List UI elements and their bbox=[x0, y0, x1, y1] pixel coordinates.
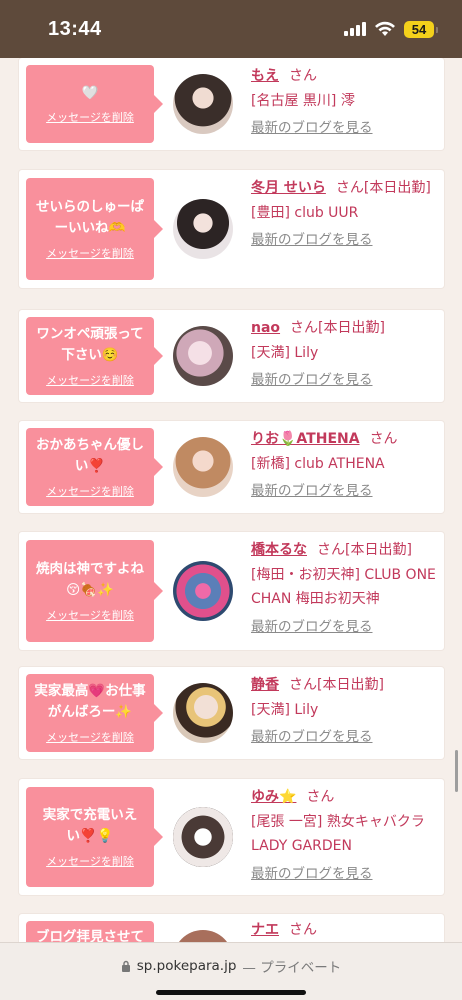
message-bubble: ワンオペ頑張って下さい☺️ メッセージを削除 bbox=[26, 317, 163, 395]
shop-name: [豊田] club UUR bbox=[251, 204, 359, 221]
girl-name-link[interactable]: もえ bbox=[251, 68, 279, 84]
girl-info: りお🌷ATHENA さん [新橋] club ATHENA 最新のブログを見る bbox=[251, 427, 439, 504]
message-text: 実家で充電いえい❣️💡 bbox=[42, 807, 138, 844]
latest-blog-link[interactable]: 最新のブログを見る bbox=[251, 616, 439, 640]
message-text: 焼肉は神ですよね😚🍖✨ bbox=[36, 561, 144, 598]
avatar[interactable] bbox=[173, 930, 233, 942]
message-card: 🤍 メッセージを削除 もえ さん [名古屋 黒川] 澪 最新のブログを見る bbox=[19, 58, 444, 150]
message-bubble: 焼肉は神ですよね😚🍖✨ メッセージを削除 bbox=[26, 540, 163, 642]
honorific: さん[本日出勤] bbox=[335, 180, 431, 196]
girl-info: nao さん[本日出勤] [天満] Lily 最新のブログを見る bbox=[251, 316, 439, 393]
wifi-icon bbox=[375, 21, 395, 36]
latest-blog-link[interactable]: 最新のブログを見る bbox=[251, 369, 439, 393]
honorific: さん[本日出勤] bbox=[290, 320, 385, 336]
latest-blog-link[interactable]: 最新のブログを見る bbox=[251, 480, 439, 504]
girl-info: 橋本るな さん[本日出勤] [梅田・お初天神] CLUB ONE CHAN 梅田お… bbox=[251, 538, 439, 639]
message-bubble: 🤍 メッセージを削除 bbox=[26, 65, 163, 143]
message-text: 🤍 bbox=[81, 84, 99, 101]
honorific: さん[本日出勤] bbox=[317, 542, 412, 558]
message-bubble: せいらのしゅーぱーいいね🫶 メッセージを削除 bbox=[26, 178, 163, 280]
battery-indicator: 54 bbox=[404, 20, 438, 38]
scrollbar[interactable] bbox=[455, 750, 458, 792]
honorific: さん bbox=[289, 922, 317, 938]
avatar[interactable] bbox=[173, 807, 233, 867]
avatar[interactable] bbox=[173, 199, 233, 259]
delete-message-link[interactable]: メッセージを削除 bbox=[46, 729, 134, 745]
message-bubble: 実家最高💗お仕事がんばろー✨ メッセージを削除 bbox=[26, 674, 163, 752]
message-card: せいらのしゅーぱーいいね🫶 メッセージを削除 冬月 せいら さん[本日出勤] [豊… bbox=[19, 170, 444, 288]
avatar[interactable] bbox=[173, 74, 233, 134]
girl-name-link[interactable]: 冬月 せいら bbox=[251, 180, 326, 196]
browser-url-bar[interactable]: sp.pokepara.jp — プライベート bbox=[0, 942, 462, 1000]
message-card: おかあちゃん優しい❣️ メッセージを削除 りお🌷ATHENA さん [新橋] cl… bbox=[19, 421, 444, 513]
latest-blog-link[interactable]: 最新のブログを見る bbox=[251, 726, 439, 750]
avatar[interactable] bbox=[173, 437, 233, 497]
message-text: せいらのしゅーぱーいいね🫶 bbox=[36, 199, 144, 236]
delete-message-link[interactable]: メッセージを削除 bbox=[46, 483, 134, 499]
avatar[interactable] bbox=[173, 561, 233, 621]
shop-name: [天満] Lily bbox=[251, 701, 319, 718]
message-text: 実家最高💗お仕事がんばろー✨ bbox=[34, 683, 146, 720]
status-bar: 13:44 54 bbox=[0, 0, 462, 58]
girl-info: 静香 さん[本日出勤] [天満] Lily 最新のブログを見る bbox=[251, 673, 439, 750]
honorific: さん[本日出勤] bbox=[289, 677, 384, 693]
delete-message-link[interactable]: メッセージを削除 bbox=[46, 245, 134, 261]
message-bubble: ブログ拝見させて bbox=[26, 921, 154, 942]
avatar[interactable] bbox=[173, 326, 233, 386]
message-card: 実家で充電いえい❣️💡 メッセージを削除 ゆみ⭐ さん [尾張 一宮] 熟女キャバ… bbox=[19, 779, 444, 895]
message-feed[interactable]: 🤍 メッセージを削除 もえ さん [名古屋 黒川] 澪 最新のブログを見る せいら… bbox=[0, 58, 462, 942]
girl-info: 冬月 せいら さん[本日出勤] [豊田] club UUR 最新のブログを見る bbox=[251, 176, 439, 253]
honorific: さん bbox=[289, 68, 317, 84]
message-card: ワンオペ頑張って下さい☺️ メッセージを削除 nao さん[本日出勤] [天満] … bbox=[19, 310, 444, 402]
shop-name: [名古屋 黒川] 澪 bbox=[251, 92, 355, 109]
girl-info: もえ さん [名古屋 黒川] 澪 最新のブログを見る bbox=[251, 64, 439, 141]
delete-message-link[interactable]: メッセージを削除 bbox=[46, 109, 134, 125]
latest-blog-link[interactable]: 最新のブログを見る bbox=[251, 117, 439, 141]
message-card: 実家最高💗お仕事がんばろー✨ メッセージを削除 静香 さん[本日出勤] [天満] … bbox=[19, 667, 444, 759]
message-text: ブログ拝見させて bbox=[36, 929, 144, 942]
girl-name-link[interactable]: ナエ bbox=[251, 922, 279, 938]
shop-name: [天満] Lily bbox=[251, 344, 319, 361]
latest-blog-link[interactable]: 最新のブログを見る bbox=[251, 863, 439, 887]
girl-name-link[interactable]: ゆみ⭐ bbox=[251, 789, 296, 805]
message-bubble: 実家で充電いえい❣️💡 メッセージを削除 bbox=[26, 787, 163, 887]
latest-blog-link[interactable]: 最新のブログを見る bbox=[251, 229, 439, 253]
avatar[interactable] bbox=[173, 683, 233, 743]
status-time: 13:44 bbox=[48, 17, 102, 40]
girl-info: ゆみ⭐ さん [尾張 一宮] 熟女キャバクラ LADY GARDEN 最新のブログ… bbox=[251, 785, 439, 886]
shop-name: [新橋] club ATHENA bbox=[251, 455, 385, 472]
home-indicator[interactable] bbox=[156, 990, 306, 995]
girl-name-link[interactable]: りお🌷ATHENA bbox=[251, 431, 360, 447]
girl-name-link[interactable]: 橋本るな bbox=[251, 542, 307, 558]
shop-name: [尾張 一宮] 熟女キャバクラ LADY GARDEN bbox=[251, 813, 425, 855]
message-card: 焼肉は神ですよね😚🍖✨ メッセージを削除 橋本るな さん[本日出勤] [梅田・お初… bbox=[19, 532, 444, 650]
shop-name: [梅田・お初天神] CLUB ONE CHAN 梅田お初天神 bbox=[251, 566, 436, 608]
honorific: さん bbox=[306, 789, 335, 805]
private-label: — プライベート bbox=[242, 960, 342, 976]
delete-message-link[interactable]: メッセージを削除 bbox=[46, 853, 134, 869]
message-text: おかあちゃん優しい❣️ bbox=[36, 437, 144, 474]
lock-icon bbox=[121, 960, 130, 972]
girl-info: ナエ さん bbox=[251, 918, 439, 942]
message-card: ブログ拝見させて ナエ さん bbox=[19, 914, 444, 942]
delete-message-link[interactable]: メッセージを削除 bbox=[46, 372, 134, 388]
girl-name-link[interactable]: 静香 bbox=[251, 677, 279, 693]
delete-message-link[interactable]: メッセージを削除 bbox=[46, 607, 134, 623]
message-bubble: おかあちゃん優しい❣️ メッセージを削除 bbox=[26, 428, 163, 506]
girl-name-link[interactable]: nao bbox=[251, 320, 280, 336]
status-icons: 54 bbox=[344, 20, 438, 38]
message-text: ワンオペ頑張って下さい☺️ bbox=[36, 326, 144, 363]
cellular-signal-icon bbox=[344, 22, 366, 36]
url-domain: sp.pokepara.jp bbox=[136, 958, 237, 974]
honorific: さん bbox=[369, 431, 398, 447]
